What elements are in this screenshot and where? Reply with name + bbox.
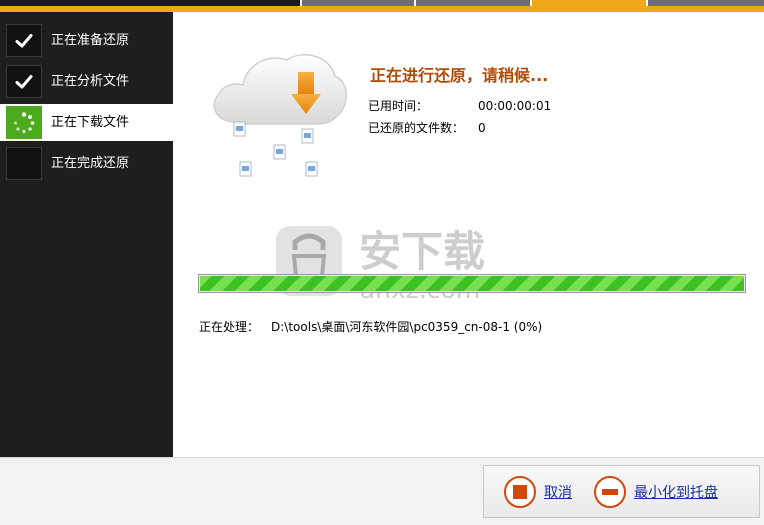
restored-files-value: 0: [478, 121, 486, 135]
top-accent-bar: [0, 0, 764, 12]
step-prepare: 正在准备还原: [0, 22, 173, 59]
minimize-to-tray-button[interactable]: 最小化到托盘: [594, 476, 718, 508]
steps-sidebar: 正在准备还原 正在分析文件 正在下载文件 正在完成还原: [0, 12, 173, 457]
pending-box: [6, 147, 42, 180]
restored-files-label: 已还原的文件数：: [368, 121, 465, 135]
checkmark-icon: [6, 65, 42, 98]
watermark-text-cn: 安下载: [359, 227, 485, 276]
processing-path: D:\tools\桌面\河东软件园\pc0359_cn-08-1 (0%): [271, 320, 543, 334]
spinner-icon: [6, 106, 42, 139]
cancel-button[interactable]: 取消: [504, 476, 572, 508]
step-download: 正在下载文件: [0, 104, 173, 141]
processing-line: 正在处理： D:\tools\桌面\河东软件园\pc0359_cn-08-1 (0…: [199, 318, 542, 335]
stop-icon: [504, 476, 536, 508]
processing-label: 正在处理：: [199, 320, 260, 334]
minus-icon: [594, 476, 626, 508]
step-label: 正在下载文件: [51, 115, 130, 130]
cancel-button-label: 取消: [544, 485, 572, 501]
step-finish: 正在完成还原: [0, 145, 173, 182]
step-label: 正在准备还原: [51, 33, 130, 48]
step-label: 正在完成还原: [51, 156, 130, 171]
progress-bar-fill: [200, 276, 744, 291]
minimize-button-label: 最小化到托盘: [634, 485, 718, 501]
elapsed-time-value: 00:00:00:01: [478, 99, 552, 113]
progress-bar: [198, 274, 746, 293]
status-title: 正在进行还原，请稍候...: [370, 66, 549, 85]
file-icons: [233, 121, 318, 177]
elapsed-time-label: 已用时间：: [368, 99, 429, 113]
step-analyze: 正在分析文件: [0, 63, 173, 100]
step-label: 正在分析文件: [51, 74, 130, 89]
checkmark-icon: [6, 24, 42, 57]
bottom-bar: 取消 最小化到托盘: [0, 457, 764, 525]
button-panel: 取消 最小化到托盘: [483, 465, 760, 518]
